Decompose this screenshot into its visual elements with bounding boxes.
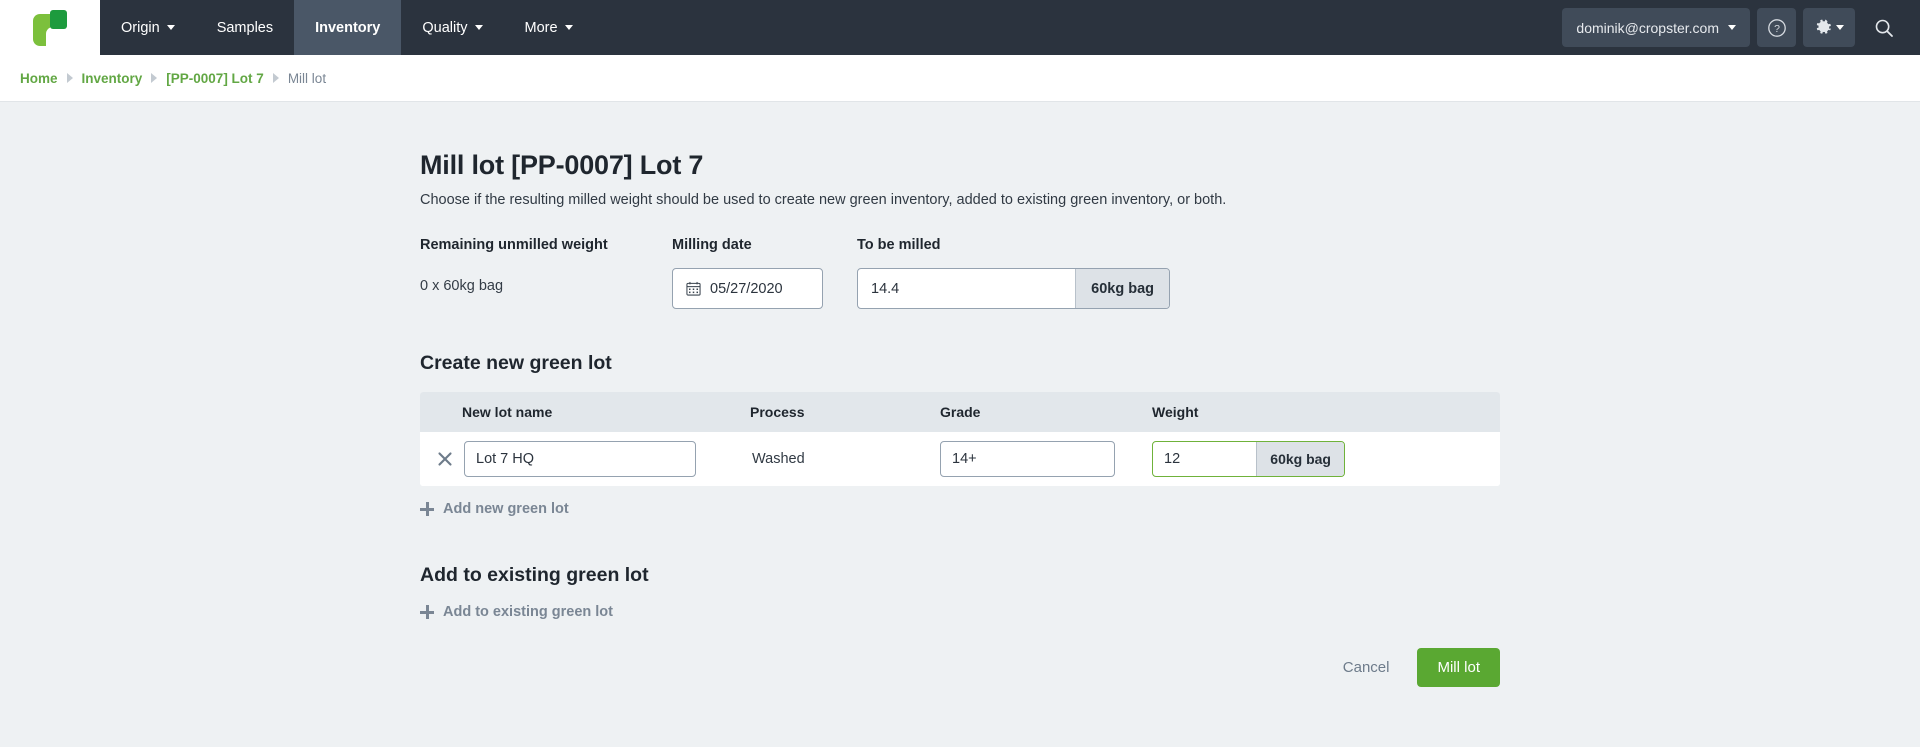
user-email-label: dominik@cropster.com — [1576, 19, 1719, 36]
to-be-milled-label: To be milled — [857, 237, 941, 253]
cancel-button[interactable]: Cancel — [1325, 648, 1408, 687]
lot-weight-input[interactable] — [1153, 442, 1257, 476]
nav-item-label: Origin — [121, 19, 160, 36]
new-lot-name-input[interactable] — [464, 441, 696, 477]
gear-icon — [1816, 19, 1831, 34]
chevron-down-icon — [1835, 25, 1844, 30]
breadcrumb-separator-icon — [66, 73, 73, 83]
cell-process-value: Washed — [752, 451, 805, 467]
grade-input[interactable] — [940, 441, 1115, 477]
milling-date-label: Milling date — [672, 237, 752, 253]
chevron-down-icon — [474, 25, 483, 30]
breadcrumb-item-current: Mill lot — [287, 70, 327, 86]
to-be-milled-field: To be milled 60kg bag — [857, 237, 1177, 309]
lot-weight-unit-label: 60kg bag — [1256, 442, 1344, 476]
table-header-row: New lot name Process Grade Weight — [420, 392, 1500, 432]
breadcrumb-item-inventory[interactable]: Inventory — [82, 71, 143, 86]
nav-item-label: Inventory — [315, 19, 381, 36]
milling-date-input[interactable]: 05/27/2020 — [672, 268, 823, 309]
milling-date-field: Milling date 05/27/2020 — [672, 237, 857, 309]
column-header-process: Process — [750, 404, 805, 420]
add-new-green-lot-link[interactable]: Add new green lot — [420, 501, 569, 517]
nav-item-samples[interactable]: Samples — [196, 0, 294, 55]
mill-lot-button[interactable]: Mill lot — [1417, 648, 1500, 687]
breadcrumb: Home Inventory [PP-0007] Lot 7 Mill lot — [0, 55, 1920, 102]
main-nav-items: Origin Samples Inventory Quality More — [100, 0, 594, 55]
form-actions: Cancel Mill lot — [420, 648, 1500, 687]
user-account-menu[interactable]: dominik@cropster.com — [1562, 8, 1750, 47]
cell-weight: 60kg bag — [1152, 441, 1482, 477]
settings-button[interactable] — [1803, 8, 1855, 47]
breadcrumb-separator-icon — [151, 73, 158, 83]
lot-weight-input-group: 60kg bag — [1152, 441, 1345, 477]
chevron-down-icon — [166, 25, 175, 30]
nav-item-label: More — [524, 19, 558, 36]
breadcrumb-separator-icon — [272, 73, 279, 83]
nav-item-label: Samples — [216, 19, 274, 36]
remove-lot-button[interactable] — [428, 451, 462, 467]
column-header-weight: Weight — [1152, 404, 1199, 420]
calendar-icon — [686, 281, 701, 296]
chevron-down-icon — [564, 25, 573, 30]
to-be-milled-input[interactable] — [858, 269, 1076, 308]
add-new-green-lot-label: Add new green lot — [443, 501, 569, 517]
cropster-logo-icon — [33, 9, 67, 46]
top-navigation-bar: Origin Samples Inventory Quality More do… — [0, 0, 1920, 55]
cell-grade — [940, 441, 1152, 477]
nav-item-quality[interactable]: Quality — [401, 0, 503, 55]
column-header-grade: Grade — [940, 404, 981, 420]
page-title: Mill lot [PP-0007] Lot 7 — [420, 150, 704, 180]
nav-item-more[interactable]: More — [504, 0, 594, 55]
plus-icon — [420, 502, 434, 516]
breadcrumb-item-lot[interactable]: [PP-0007] Lot 7 — [166, 71, 264, 86]
add-to-existing-green-lot-link[interactable]: Add to existing green lot — [420, 604, 613, 620]
search-icon — [1875, 19, 1893, 37]
cell-new-lot-name — [462, 441, 750, 477]
page-content: Mill lot [PP-0007] Lot 7 Choose if the r… — [0, 102, 1920, 687]
column-header-name: New lot name — [462, 404, 553, 420]
nav-item-inventory[interactable]: Inventory — [294, 0, 402, 55]
chevron-down-icon — [1728, 25, 1736, 30]
to-be-milled-unit-label: 60kg bag — [1075, 269, 1169, 308]
remaining-weight-label: Remaining unmilled weight — [420, 237, 608, 253]
question-circle-icon: ? — [1767, 18, 1786, 37]
plus-icon — [420, 605, 434, 619]
svg-text:?: ? — [1774, 23, 1780, 35]
cropster-logo[interactable] — [0, 0, 100, 55]
close-icon — [438, 452, 452, 466]
breadcrumb-item-home[interactable]: Home — [20, 71, 58, 86]
to-be-milled-input-group: 60kg bag — [857, 268, 1170, 309]
table-row: Washed 60kg bag — [420, 432, 1500, 486]
remaining-weight-field: Remaining unmilled weight 0 x 60kg bag — [420, 237, 672, 294]
milling-date-value: 05/27/2020 — [710, 280, 783, 297]
new-green-lot-table: New lot name Process Grade Weight Washed — [420, 392, 1500, 486]
create-green-lot-title: Create new green lot — [420, 352, 612, 374]
remaining-weight-value: 0 x 60kg bag — [420, 278, 504, 294]
add-to-existing-green-lot-label: Add to existing green lot — [443, 604, 613, 620]
nav-item-label: Quality — [422, 19, 468, 36]
nav-right-actions: dominik@cropster.com ? — [1562, 0, 1920, 55]
help-button[interactable]: ? — [1757, 8, 1796, 47]
add-existing-green-lot-title: Add to existing green lot — [420, 564, 649, 586]
page-description: Choose if the resulting milled weight sh… — [420, 192, 1227, 208]
nav-item-origin[interactable]: Origin — [100, 0, 196, 55]
milling-parameters-row: Remaining unmilled weight 0 x 60kg bag M… — [420, 237, 1500, 309]
search-button[interactable] — [1862, 8, 1906, 47]
